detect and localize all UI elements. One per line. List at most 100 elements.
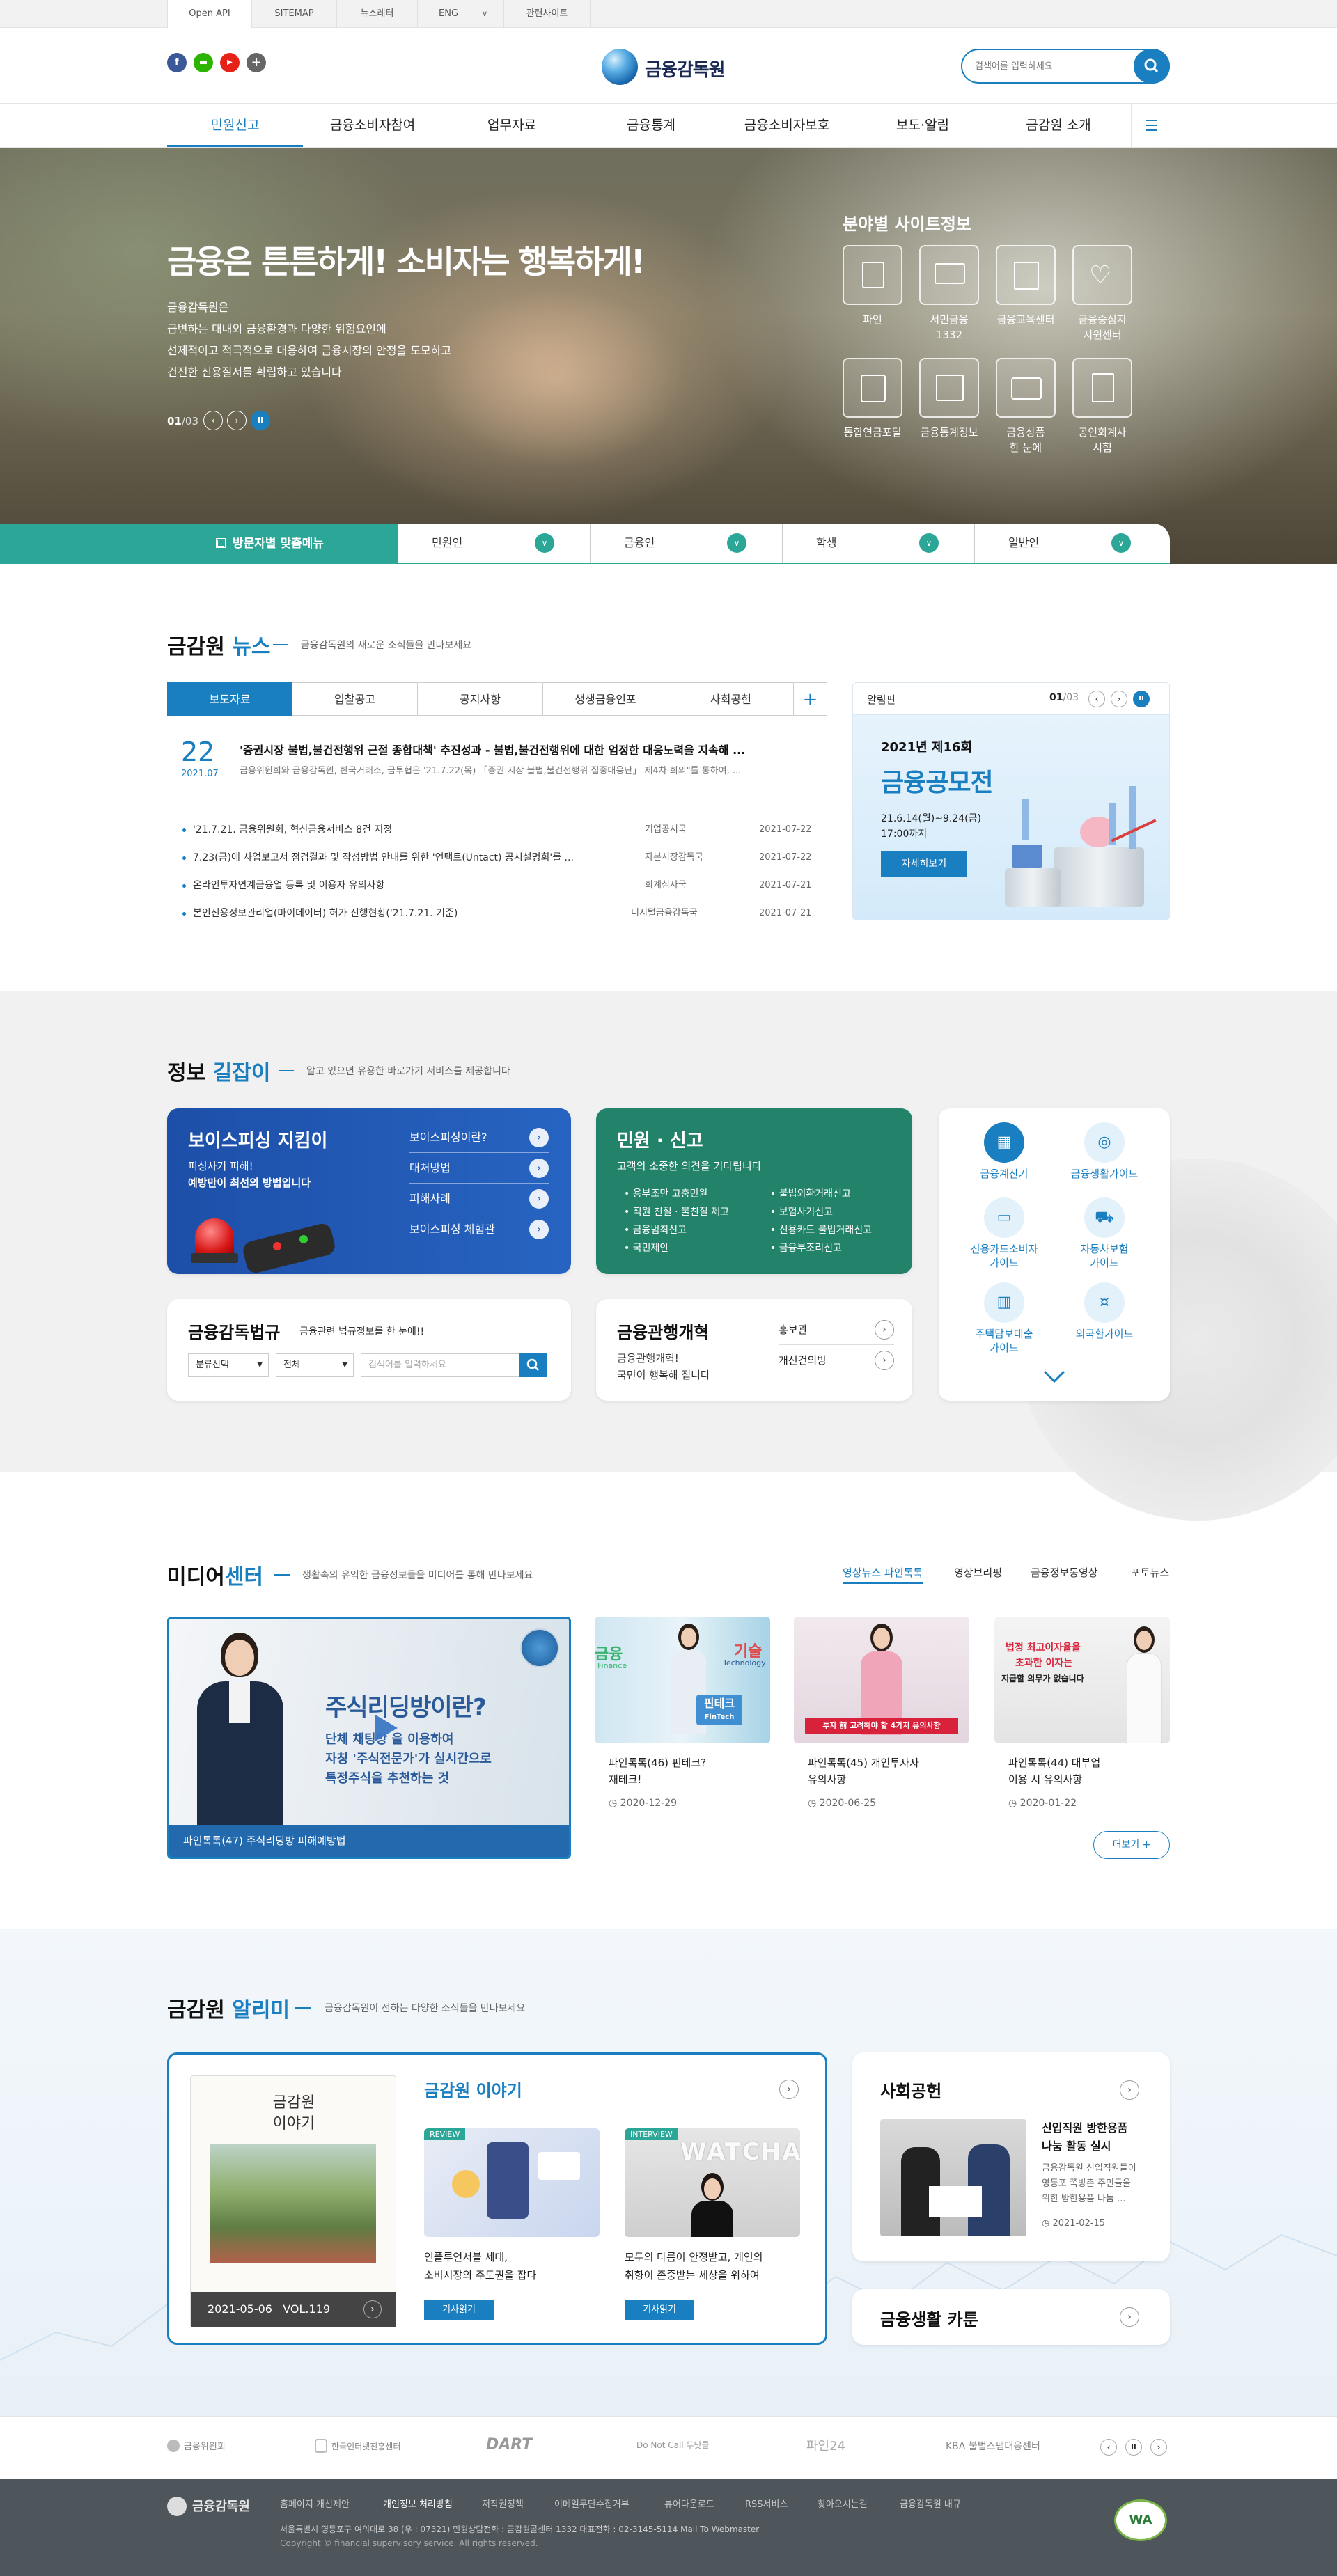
- article-read-button[interactable]: 기사읽기: [625, 2300, 694, 2320]
- law-scope-select[interactable]: 전체 ▼: [276, 1353, 354, 1377]
- footer-link[interactable]: 홈페이지 개선제안: [280, 2497, 350, 2510]
- site-pension-portal[interactable]: [843, 358, 902, 418]
- site-statistics[interactable]: [919, 358, 979, 418]
- law-category-select[interactable]: 분류선택 ▼: [188, 1353, 269, 1377]
- featured-news[interactable]: 22 2021.07 '증권시장 불법,불건전행위 근절 종합대책' 추진성과 …: [167, 730, 827, 792]
- blog-icon[interactable]: ▬: [194, 53, 213, 72]
- guide-calculator[interactable]: ▦ 금융계산기: [955, 1122, 1053, 1181]
- notice-next-button[interactable]: ›: [1111, 691, 1127, 707]
- util-language-select[interactable]: ENG ∨: [418, 0, 504, 28]
- phishing-link-cases[interactable]: 피해사례 ›: [409, 1184, 549, 1214]
- tab-social-contribution[interactable]: 사회공헌: [668, 682, 794, 716]
- main-video[interactable]: 주식리딩방이란? 단체 채팅방 을 이용하여 자칭 '주식전문가'가 실시간으로…: [167, 1617, 571, 1859]
- complaint-item[interactable]: • 금융부조리신고: [770, 1239, 872, 1257]
- magazine-cover[interactable]: 금감원 이야기 2021-05-06 VOL.119 ›: [190, 2075, 396, 2327]
- footer-link[interactable]: RSS서비스: [745, 2497, 788, 2510]
- phishing-link-what[interactable]: 보이스피싱이란? ›: [409, 1122, 549, 1153]
- news-row[interactable]: '21.7.21. 금융위원회, 혁신금융서비스 8건 지정 기업공시국 202…: [167, 816, 822, 844]
- notice-detail-button[interactable]: 자세히보기: [881, 851, 967, 877]
- complaint-item[interactable]: • 보험사기신고: [770, 1203, 872, 1221]
- footer-link[interactable]: 이메일무단수집거부: [554, 2497, 630, 2510]
- notice-pause-button[interactable]: II: [1133, 691, 1150, 707]
- complaint-item[interactable]: • 직원 친절 · 불친절 제고: [624, 1203, 729, 1221]
- site-microfinance[interactable]: [919, 245, 979, 305]
- tab-notice[interactable]: 공지사항: [418, 682, 543, 716]
- video-title[interactable]: 파인톡톡(46) 핀테크? 재테크!: [609, 1754, 706, 1788]
- nav-consumer-participation[interactable]: 금융소비자참여: [306, 104, 439, 147]
- footer-link[interactable]: 저작권정책: [482, 2497, 524, 2510]
- article-title[interactable]: 인플루언서블 세대, 소비시장의 주도권을 잡다: [424, 2248, 536, 2284]
- visitor-item-public[interactable]: 일반인 ∨: [975, 524, 1167, 563]
- all-menu-button[interactable]: [1131, 104, 1170, 147]
- complaint-card[interactable]: 민원 · 신고 고객의 소중한 의견을 기다립니다 • 용부조만 고충민원 • …: [596, 1108, 912, 1274]
- tab-finance-info[interactable]: 생생금융인포: [543, 682, 668, 716]
- video-title[interactable]: 파인톡톡(44) 대부업 이용 시 유의사항: [1008, 1754, 1100, 1788]
- cartoon-more-button[interactable]: ›: [1120, 2307, 1139, 2327]
- footer-link[interactable]: 뷰어다운로드: [664, 2497, 714, 2510]
- featured-title[interactable]: '증권시장 불법,불건전행위 근절 종합대책' 추진성과 - 불법,불건전행위에…: [240, 741, 818, 757]
- phishing-link-response[interactable]: 대처방법 ›: [409, 1153, 549, 1184]
- story-more-button[interactable]: ›: [779, 2080, 799, 2099]
- reform-link-pr[interactable]: 홍보관 ›: [779, 1314, 894, 1345]
- cartoon-card[interactable]: 금융생활 카툰 ›: [852, 2289, 1170, 2345]
- partner-kisa[interactable]: 한국인터넷진흥센터: [315, 2439, 400, 2453]
- news-row[interactable]: 온라인투자연계금융업 등록 및 이용자 유의사항 회계심사국 2021-07-2…: [167, 872, 822, 900]
- phishing-link-experience[interactable]: 보이스피싱 체험관 ›: [409, 1214, 549, 1245]
- news-row[interactable]: 본인신용정보관리업(마이데이터) 허가 진행현황('21.7.21. 기준) 디…: [167, 900, 822, 927]
- nav-about[interactable]: 금감원 소개: [989, 104, 1128, 147]
- chevron-right-icon[interactable]: ›: [363, 2300, 382, 2318]
- nav-consumer-protection[interactable]: 금융소비자보호: [717, 104, 857, 147]
- video-thumb-investor[interactable]: 투자 前 고려해야 할 4가지 유의사항: [794, 1617, 969, 1743]
- util-open-api[interactable]: Open API: [167, 0, 252, 28]
- notice-banner[interactable]: 2021년 제16회 금융공모전 21.6.14(월)~9.24(금) 17:0…: [853, 715, 1169, 920]
- footer-link[interactable]: 금융감독원 내규: [900, 2497, 961, 2510]
- video-title[interactable]: 파인톡톡(45) 개인투자자 유의사항: [808, 1754, 919, 1788]
- notice-prev-button[interactable]: ‹: [1088, 691, 1105, 707]
- news-more-button[interactable]: +: [794, 682, 827, 716]
- footer-link[interactable]: 찾아오시는길: [818, 2497, 868, 2510]
- guide-car-insurance[interactable]: ⛟ 자동차보험 가이드: [1056, 1197, 1153, 1270]
- partner-kba[interactable]: KBA 불법스팸대응센터: [946, 2439, 1040, 2453]
- partner-fsc[interactable]: 금융위원회: [167, 2439, 226, 2452]
- hero-next-button[interactable]: ›: [227, 411, 247, 430]
- law-search-button[interactable]: [519, 1353, 547, 1377]
- media-more-button[interactable]: 더보기 +: [1093, 1831, 1170, 1859]
- hero-pause-button[interactable]: II: [251, 411, 270, 430]
- video-thumb-fintech[interactable]: 금융 Finance 기술 Technology 핀테크 FinTech: [595, 1617, 770, 1743]
- partner-fine24[interactable]: 파인24: [806, 2436, 845, 2454]
- partner-next-button[interactable]: ›: [1150, 2439, 1167, 2456]
- article-thumb-interview[interactable]: INTERVIEW WATCHA: [625, 2128, 800, 2237]
- util-related-sites[interactable]: 관련사이트: [504, 0, 591, 28]
- social-photo[interactable]: [880, 2119, 1026, 2236]
- site-products[interactable]: [996, 358, 1056, 418]
- tab-info-video[interactable]: 금융정보동영상: [1031, 1565, 1098, 1580]
- partner-donotcall[interactable]: Do Not Call 두낫콜: [636, 2439, 710, 2451]
- tab-press-release[interactable]: 보도자료: [167, 682, 292, 716]
- nav-work-materials[interactable]: 업무자료: [446, 104, 578, 147]
- guide-mortgage[interactable]: ▥ 주택담보대출 가이드: [955, 1282, 1053, 1355]
- visitor-item-complainant[interactable]: 민원인 ∨: [398, 524, 591, 563]
- tab-video-news[interactable]: 영상뉴스 파인톡톡: [843, 1565, 923, 1584]
- social-headline[interactable]: 신입직원 방한용품 나눔 활동 실시: [1042, 2119, 1127, 2155]
- partner-dart[interactable]: DART: [486, 2436, 532, 2453]
- reform-link-suggest[interactable]: 개선건의방 ›: [779, 1345, 894, 1376]
- law-search-input[interactable]: 검색어를 입력하세요: [361, 1353, 522, 1377]
- guide-more-button[interactable]: [1040, 1366, 1068, 1387]
- play-button[interactable]: [367, 1711, 402, 1745]
- facebook-icon[interactable]: f: [167, 53, 187, 72]
- guide-foreign-exchange[interactable]: ¤ 외국환가이드: [1056, 1282, 1153, 1341]
- complaint-item[interactable]: • 불법외환거래신고: [770, 1185, 872, 1203]
- guide-life[interactable]: ◎ 금융생활가이드: [1056, 1122, 1153, 1181]
- tab-video-briefing[interactable]: 영상브리핑: [954, 1565, 1002, 1580]
- more-sns-icon[interactable]: +: [247, 53, 266, 72]
- nav-statistics[interactable]: 금융통계: [585, 104, 717, 147]
- tab-photo-news[interactable]: 포토뉴스: [1131, 1565, 1169, 1580]
- visitor-item-financier[interactable]: 금융인 ∨: [591, 524, 783, 563]
- guide-credit-card[interactable]: ▭ 신용카드소비자 가이드: [955, 1197, 1053, 1270]
- search-input[interactable]: [975, 58, 1114, 74]
- site-edu-center[interactable]: [996, 245, 1056, 305]
- complaint-item[interactable]: • 국민제안: [624, 1239, 729, 1257]
- social-more-button[interactable]: ›: [1120, 2080, 1139, 2100]
- partner-pause-button[interactable]: II: [1125, 2439, 1142, 2456]
- complaint-item[interactable]: • 신용카드 불법거래신고: [770, 1221, 872, 1239]
